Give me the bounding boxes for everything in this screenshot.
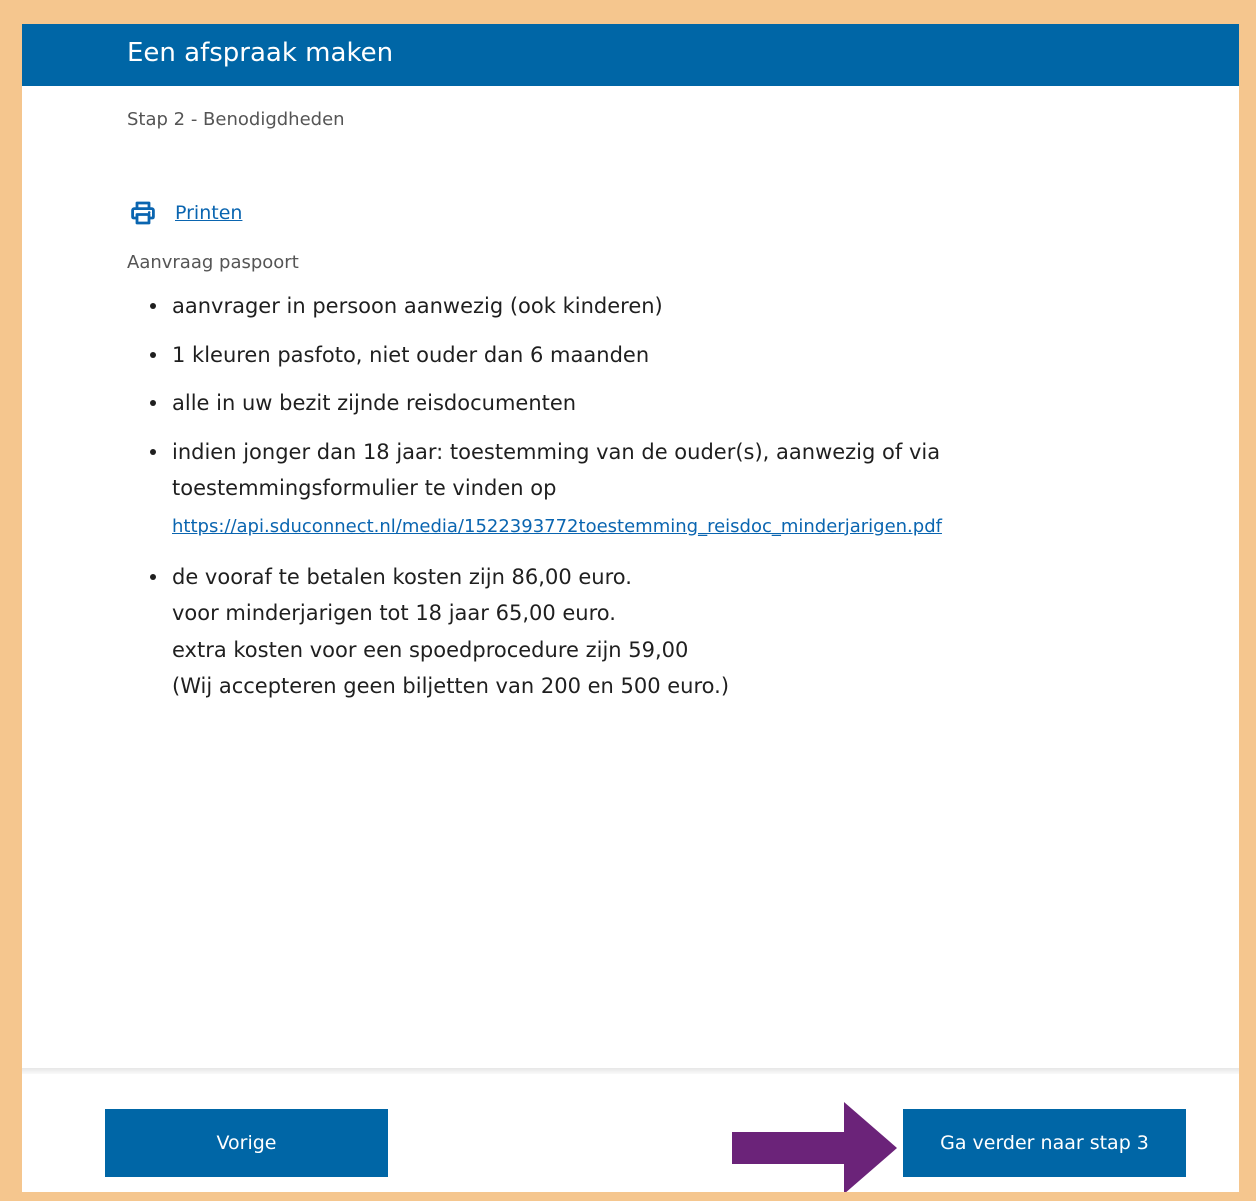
list-item: indien jonger dan 18 jaar: toestemming v… — [150, 434, 1050, 547]
list-item: de vooraf te betalen kosten zijn 86,00 e… — [150, 559, 1050, 705]
requirements-list: aanvrager in persoon aanwezig (ook kinde… — [150, 288, 1050, 717]
section-label: Aanvraag paspoort — [127, 252, 299, 273]
list-item-text: indien jonger dan 18 jaar: toestemming v… — [172, 439, 941, 464]
list-item-text: 1 kleuren pasfoto, niet ouder dan 6 maan… — [172, 342, 650, 367]
list-item-text: de vooraf te betalen kosten zijn 86,00 e… — [172, 564, 632, 589]
printer-icon[interactable] — [129, 199, 157, 227]
appointment-panel: Een afspraak maken Stap 2 - Benodigdhede… — [22, 24, 1239, 1192]
print-action[interactable]: Printen — [129, 198, 242, 228]
next-step-button[interactable]: Ga verder naar stap 3 — [903, 1109, 1186, 1177]
list-item: aanvrager in persoon aanwezig (ook kinde… — [150, 288, 1050, 325]
list-item-text: aanvrager in persoon aanwezig (ook kinde… — [172, 294, 663, 318]
consent-form-link[interactable]: https://api.sduconnect.nl/media/15223937… — [172, 507, 1050, 547]
step-label: Stap 2 - Benodigdheden — [127, 109, 345, 130]
list-item-text: (Wij accepteren geen biljetten van 200 e… — [172, 674, 730, 698]
list-item-text: toestemmingsformulier te vinden op — [172, 476, 557, 500]
arrow-icon — [732, 1102, 897, 1192]
print-link[interactable]: Printen — [175, 202, 242, 224]
list-item: alle in uw bezit zijnde reisdocumenten — [150, 385, 1050, 422]
list-item-text: alle in uw bezit zijnde reisdocumenten — [172, 391, 577, 415]
list-item-text: voor minderjarigen tot 18 jaar 65,00 eur… — [172, 601, 616, 625]
footer-divider — [22, 1068, 1239, 1074]
list-item-text: extra kosten voor een spoedprocedure zij… — [172, 637, 689, 662]
list-item: 1 kleuren pasfoto, niet ouder dan 6 maan… — [150, 337, 1050, 374]
page-title: Een afspraak maken — [127, 38, 394, 68]
previous-button[interactable]: Vorige — [105, 1109, 388, 1177]
page-header: Een afspraak maken — [22, 24, 1239, 86]
